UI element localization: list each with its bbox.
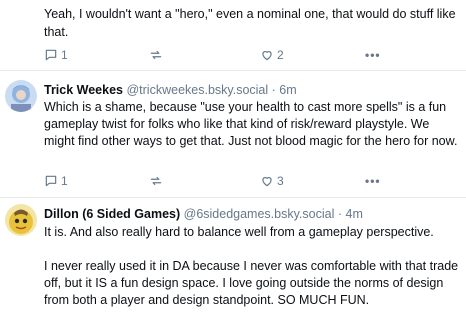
post-actions: 1 3 ••• xyxy=(44,172,462,192)
heart-icon xyxy=(262,51,272,61)
separator: · xyxy=(337,207,343,221)
reply-button[interactable]: 1 xyxy=(44,48,68,62)
separator: · xyxy=(271,83,276,97)
post-text: Yeah, I wouldn't want a "hero," even a n… xyxy=(44,7,456,39)
reply-count: 1 xyxy=(61,174,68,188)
post-text: Which is a shame, because "use your heal… xyxy=(44,100,458,148)
more-button[interactable]: ••• xyxy=(365,174,381,188)
divider xyxy=(0,197,466,198)
post-header: Trick Weekes @trickweekes.bsky.social · … xyxy=(44,82,297,98)
timestamp[interactable]: 4m xyxy=(346,207,363,221)
more-button[interactable]: ••• xyxy=(365,48,381,62)
display-name[interactable]: Trick Weekes xyxy=(44,83,123,97)
repost-button[interactable] xyxy=(149,174,163,188)
repost-icon xyxy=(150,50,162,60)
repost-button[interactable] xyxy=(149,48,163,62)
post-paragraph: It is. And also really hard to balance w… xyxy=(44,225,434,239)
timestamp[interactable]: 6m xyxy=(279,83,296,97)
like-count: 2 xyxy=(277,48,284,62)
reply-icon xyxy=(45,49,57,61)
like-button[interactable]: 2 xyxy=(260,48,284,62)
avatar[interactable] xyxy=(5,80,37,112)
handle[interactable]: @6sidedgames.bsky.social xyxy=(184,207,335,221)
handle[interactable]: @trickweekes.bsky.social xyxy=(126,83,268,97)
like-button[interactable]: 3 xyxy=(260,174,284,188)
post-actions: 1 2 ••• xyxy=(44,46,462,66)
like-count: 3 xyxy=(277,174,284,188)
reply-icon xyxy=(45,175,57,187)
display-name[interactable]: Dillon (6 Sided Games) xyxy=(44,207,180,221)
heart-icon xyxy=(262,177,272,187)
post-header: Dillon (6 Sided Games) @6sidedgames.bsky… xyxy=(44,206,363,222)
avatar[interactable] xyxy=(5,204,37,236)
reply-count: 1 xyxy=(61,48,68,62)
divider xyxy=(0,70,466,71)
post-text: It is. And also really hard to balance w… xyxy=(44,224,460,309)
reply-button[interactable]: 1 xyxy=(44,174,68,188)
more-icon: ••• xyxy=(365,48,381,62)
post-paragraph: I never really used it in DA because I n… xyxy=(44,259,459,307)
repost-icon xyxy=(150,176,162,186)
more-icon: ••• xyxy=(365,174,381,188)
